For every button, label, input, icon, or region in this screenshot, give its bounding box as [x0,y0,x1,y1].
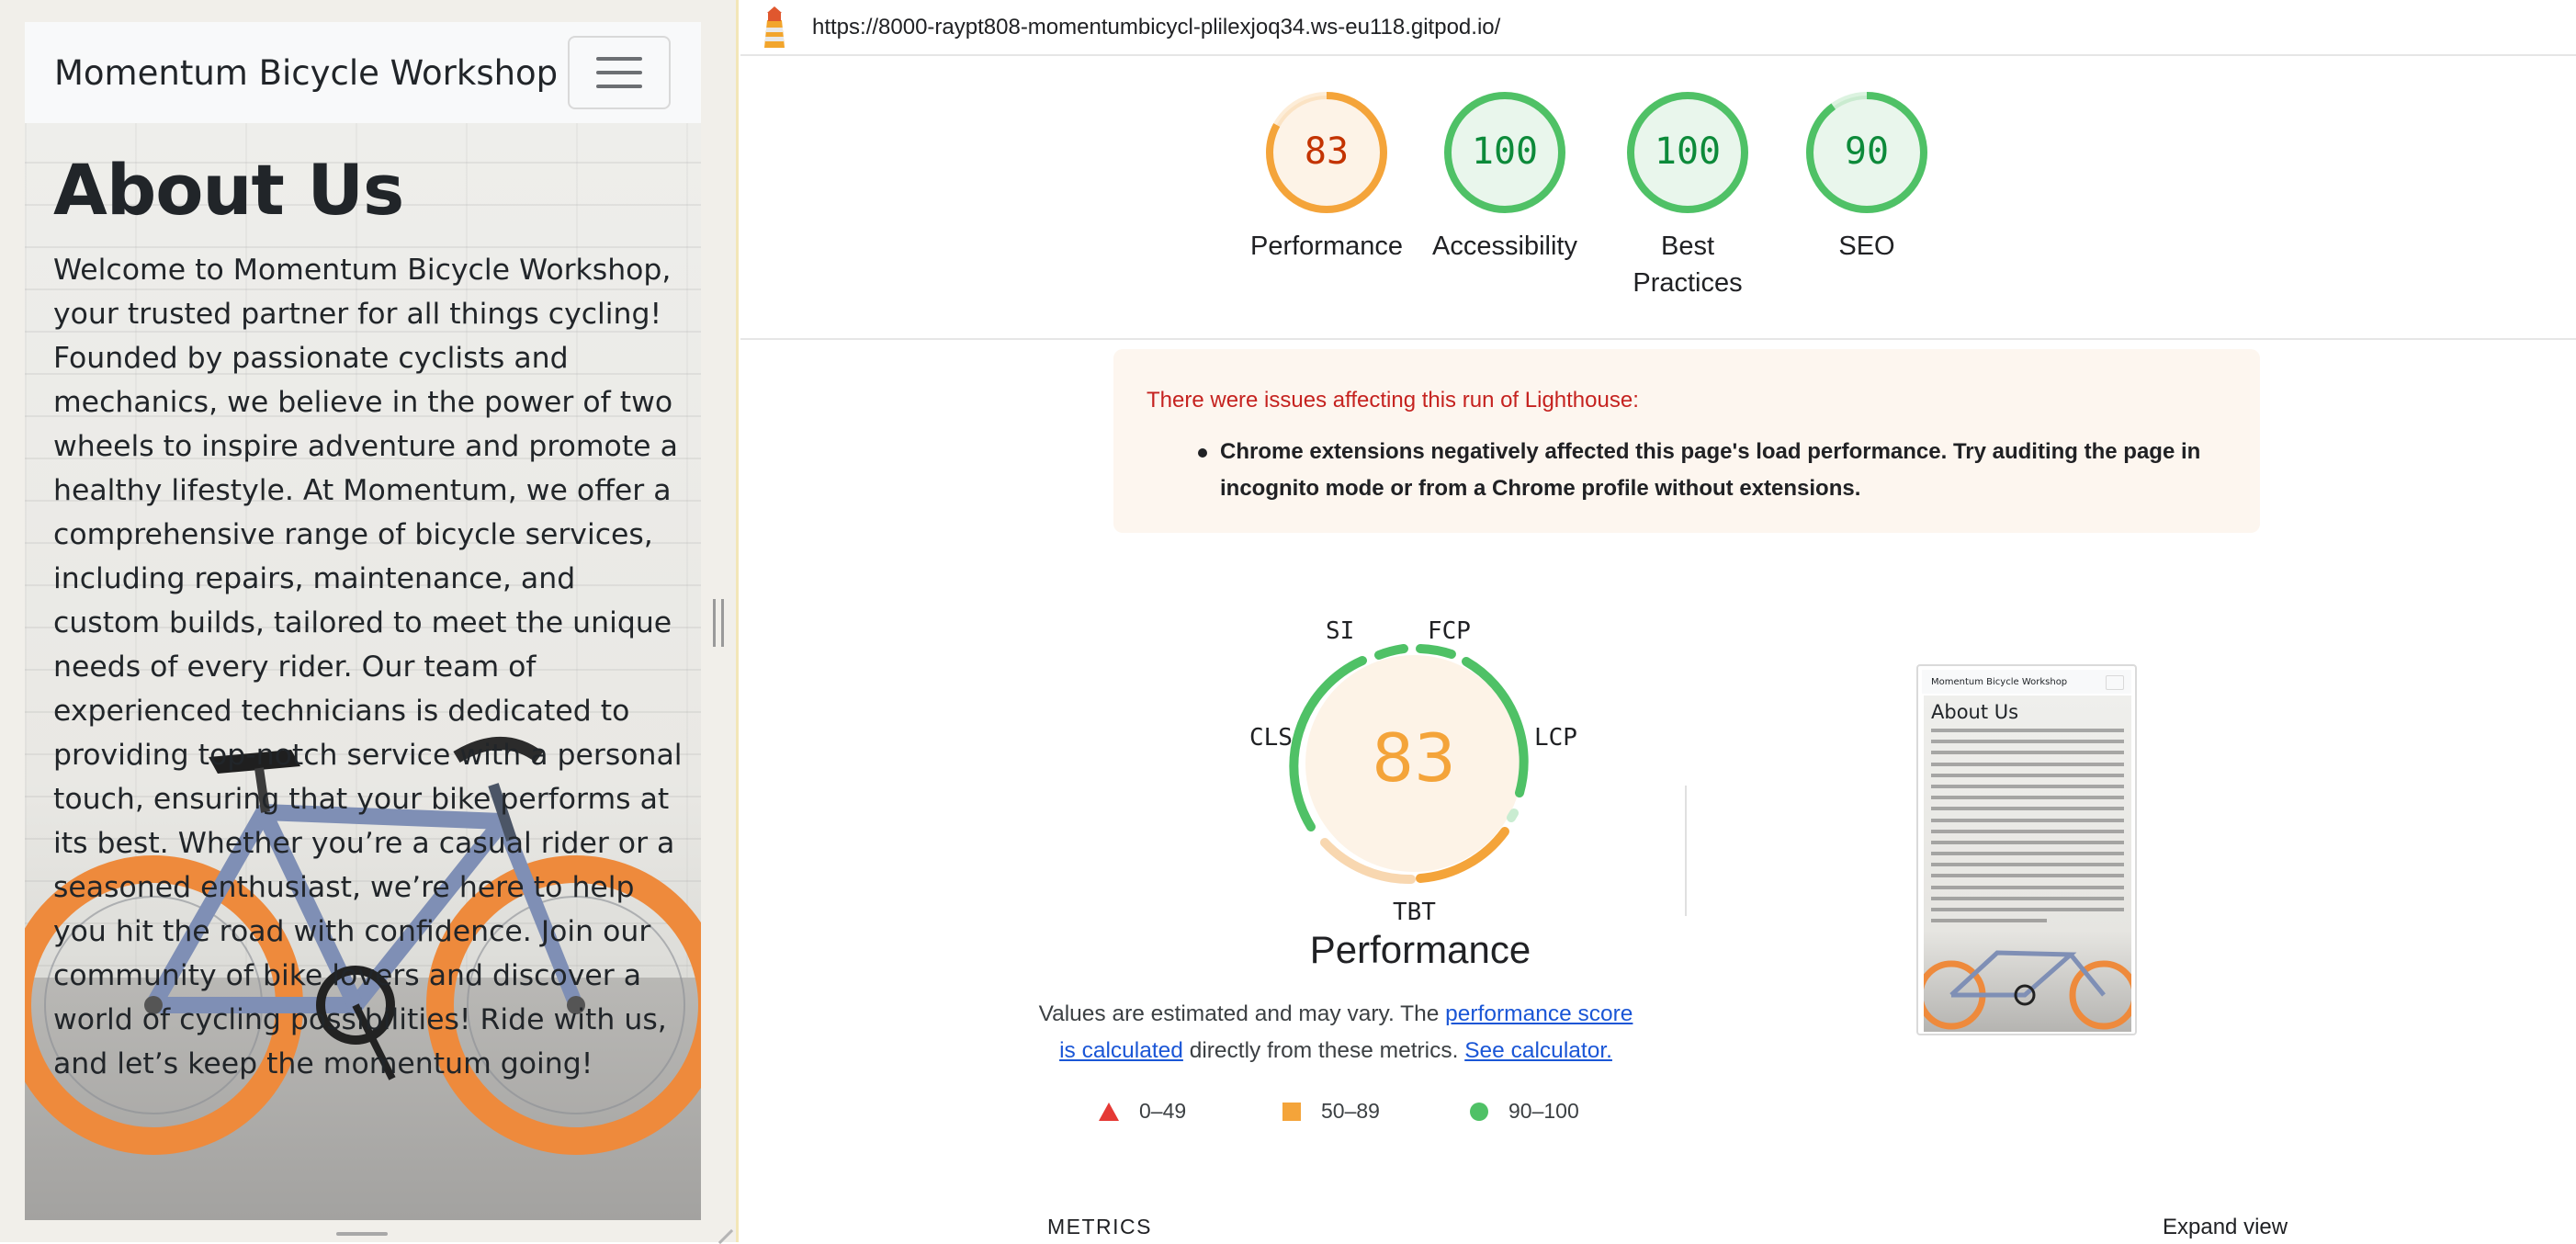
metrics-heading: METRICS [1047,1215,1152,1238]
device-viewport: Momentum Bicycle Workshop About Us Welco… [25,22,701,1220]
pane-bottom-resize-handle[interactable] [336,1232,388,1236]
about-heading: About Us [53,149,404,231]
thumbnail-hamburger-icon [2106,675,2124,690]
performance-metric-ring: 83 [1289,644,1529,885]
site-brand[interactable]: Momentum Bicycle Workshop [54,53,558,93]
hamburger-icon [596,57,642,61]
device-emulation-pane: Momentum Bicycle Workshop About Us Welco… [0,0,739,1244]
thumbnail-brand: Momentum Bicycle Workshop [1931,677,2068,687]
gauge-label-performance: Performance [1249,232,1403,261]
site-navbar: Momentum Bicycle Workshop [25,22,701,123]
thumbnail-text-lines [1931,729,2124,930]
gauge-performance[interactable]: 83 Performance [1235,90,1418,265]
thumbnail-page: About Us [1924,696,2131,1032]
metric-tag-lcp: LCP [1534,724,1577,752]
gauge-accessibility[interactable]: 100 Accessibility [1413,90,1597,265]
about-hero: About Us Welcome to Momentum Bicycle Wor… [25,123,701,1220]
performance-heading: Performance [1309,928,1531,971]
warning-title: There were issues affecting this run of … [1147,388,1639,413]
lighthouse-report: https://8000-raypt808-momentumbicycl-pli… [740,0,2576,1242]
performance-note: Values are estimated and may vary. The p… [1038,1001,1633,1063]
report-url[interactable]: https://8000-raypt808-momentumbicycl-pli… [812,15,1500,40]
metric-tag-cls: CLS [1249,724,1293,752]
gauge-ring-best-practices: 100 [1627,92,1748,213]
gauge-label-accessibility: Accessibility [1432,232,1577,261]
pane-resize-handle[interactable] [713,599,724,647]
gauge-ring-performance: 83 [1266,92,1387,213]
about-paragraph: Welcome to Momentum Bicycle Workshop, yo… [53,254,683,1080]
gauge-seo[interactable]: 90 SEO [1775,90,1959,265]
gauge-best-practices[interactable]: 100 Best Practices [1591,90,1784,301]
gauge-ring-accessibility: 100 [1444,92,1565,213]
warning-item: Chrome extensions negatively affected th… [1147,434,2227,507]
svg-text:83: 83 [1372,719,1456,797]
metric-tag-si: SI [1326,617,1355,645]
svg-text:100: 100 [1655,130,1721,173]
gauge-ring-seo: 90 [1806,92,1927,213]
legend-pass: 90–100 [1470,1099,1579,1124]
score-gauges: 83 Performance 100 Accessibility 100 Bes… [740,57,2576,340]
circle-icon [1470,1102,1488,1121]
see-calculator-link[interactable]: See calculator. [1464,1038,1612,1063]
thumbnail-heading: About Us [1931,701,2019,723]
thumbnail-bicycle-image [1924,950,2131,1030]
final-screenshot-thumbnail[interactable]: Momentum Bicycle Workshop About Us [1916,664,2137,1035]
hamburger-menu-button[interactable] [568,36,671,109]
metric-tag-tbt: TBT [1393,899,1436,926]
expand-view-toggle[interactable]: Expand view [2163,1215,2288,1240]
svg-text:100: 100 [1472,130,1538,173]
score-legend: 0–49 50–89 90–100 [1099,1099,1834,1136]
legend-average: 50–89 [1282,1099,1380,1124]
gauge-label-seo: SEO [1838,232,1895,261]
performance-gauge-large: 83 SI FCP LCP TBT CLS Performance [1145,606,1696,992]
svg-text:83: 83 [1305,130,1349,173]
corner-resize-icon[interactable] [706,1217,734,1244]
lighthouse-warning: There were issues affecting this run of … [1113,349,2260,533]
triangle-icon [1099,1102,1119,1121]
gauge-label-best-practices: Best Practices [1633,232,1743,298]
legend-fail: 0–49 [1099,1099,1186,1124]
vertical-divider [1685,786,1687,916]
square-icon [1282,1102,1301,1121]
lighthouse-icon [764,6,785,48]
metric-tag-fcp: FCP [1428,617,1471,645]
report-url-bar: https://8000-raypt808-momentumbicycl-pli… [740,0,2576,56]
svg-text:90: 90 [1845,130,1889,173]
thumbnail-navbar: Momentum Bicycle Workshop [1922,670,2131,694]
